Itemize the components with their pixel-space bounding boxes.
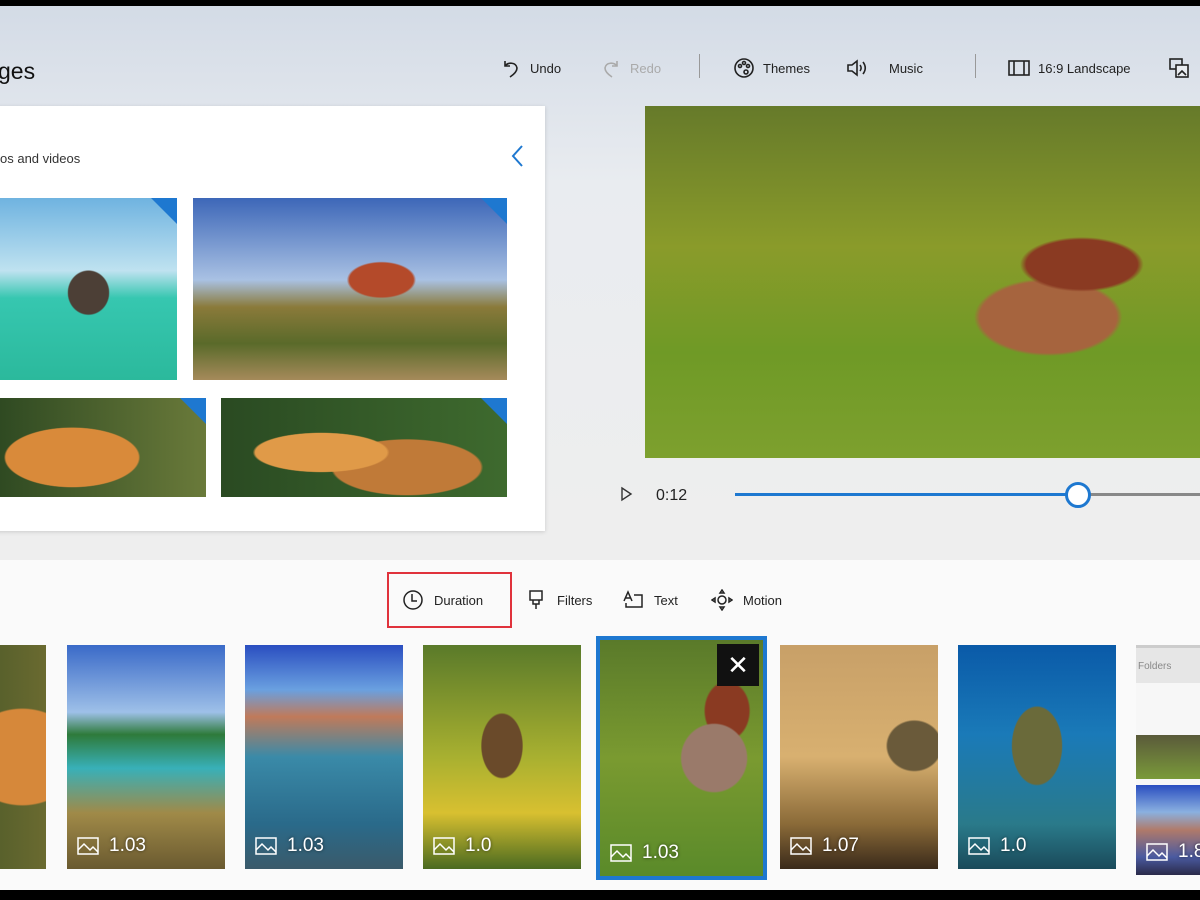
clock-icon [403,590,423,610]
storyboard-clip[interactable] [0,645,46,869]
toolbar-divider [975,54,976,78]
undo-icon [504,61,518,78]
image-icon [790,837,812,855]
seek-progress [735,493,1079,496]
video-preview[interactable] [645,106,1200,458]
image-icon [255,837,277,855]
clip-duration: 1.8 [1146,841,1200,863]
image-icon [968,837,990,855]
storyboard-clip[interactable]: 1.0 [423,645,581,869]
image-icon [77,837,99,855]
toolbar-divider [699,54,700,78]
image-icon [1146,843,1168,861]
seek-slider[interactable] [735,482,1200,508]
clip-overlay: 1.03 [600,640,763,876]
folder-photo[interactable] [1136,735,1200,779]
aspect-ratio-button[interactable]: 16:9 Landscape [1008,56,1131,80]
storyboard-clip[interactable]: 1.0 [958,645,1116,869]
clip-duration: 1.07 [790,835,859,857]
page-title: ges [0,58,36,84]
undo-button[interactable]: Undo [500,56,561,80]
collapse-chevron-icon[interactable] [508,142,528,170]
play-icon[interactable] [618,486,634,502]
text-label: Text [654,592,678,608]
library-photo[interactable] [0,398,206,497]
export-button[interactable] [1168,56,1198,80]
clip-duration: 1.03 [610,842,679,864]
folders-panel: Folders 1.8 [1136,645,1200,875]
image-icon [433,837,455,855]
redo-button[interactable]: Redo [600,56,661,80]
music-button[interactable]: Music [845,56,923,80]
clip-duration: 1.03 [77,835,146,857]
motion-icon [711,589,733,611]
undo-label: Undo [530,60,562,76]
redo-label: Redo [630,60,662,76]
storyboard-clip[interactable]: 1.03 [67,645,225,869]
image-icon [610,844,632,862]
library-photo[interactable] [221,398,507,497]
text-icon [623,590,643,608]
aspect-ratio-label: 16:9 Landscape [1038,60,1131,76]
themes-button[interactable]: Themes [733,56,810,80]
motion-label: Motion [743,592,783,608]
aspect-ratio-icon [1008,60,1030,76]
folder-photo[interactable]: 1.8 [1136,785,1200,875]
filters-label: Filters [557,592,593,608]
speaker-icon [847,59,867,77]
text-button[interactable]: Text [622,588,678,612]
clip-duration: 1.0 [433,835,491,857]
storyboard-clip[interactable]: 1.07 [780,645,938,869]
duration-label: Duration [434,592,484,608]
clip-duration: 1.0 [968,835,1026,857]
library-photo[interactable] [0,198,177,380]
themes-label: Themes [763,60,810,76]
brush-icon [529,590,543,609]
folders-header[interactable]: Folders [1136,645,1200,683]
playback-time: 0:12 [656,487,688,504]
storyboard-clip[interactable]: 1.03 [245,645,403,869]
seek-thumb[interactable] [1065,482,1092,508]
duration-button[interactable]: Duration [402,588,483,612]
storyboard-clip-selected[interactable]: ✕ 1.03 [596,636,767,880]
export-icon [1169,58,1189,78]
library-photo[interactable] [193,198,507,380]
library-heading: os and videos [0,151,81,166]
redo-icon [604,61,618,78]
music-label: Music [889,60,923,76]
motion-button[interactable]: Motion [711,588,782,612]
filters-button[interactable]: Filters [525,588,592,612]
palette-icon [734,58,754,78]
video-editor-window: ges Undo Redo Themes Music 16:9 Landscap… [0,6,1200,890]
clip-duration: 1.03 [255,835,324,857]
